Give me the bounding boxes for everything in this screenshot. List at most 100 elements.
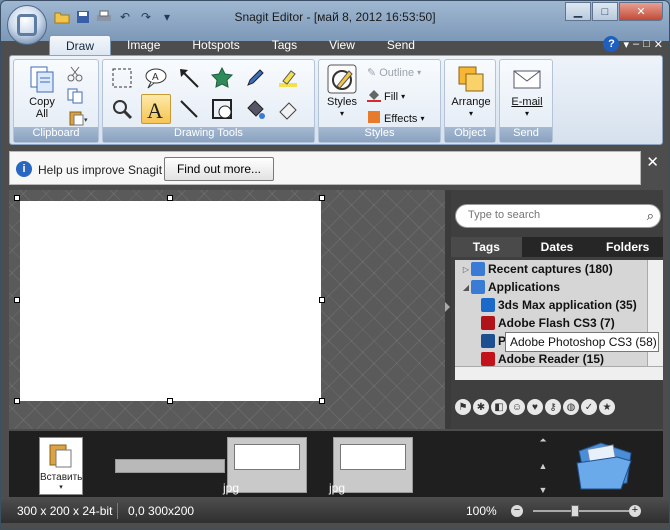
snagit-app-button[interactable] [7,5,47,45]
selection-tool-icon[interactable] [109,65,135,91]
search-icon[interactable]: ⌕ [647,208,654,224]
tag-heart-icon[interactable]: ♥ [527,399,543,415]
tree-item[interactable]: ▷ Recent captures (180) [461,260,613,278]
tree-item-label: Recent captures (180) [488,262,613,276]
fill-dropdown-icon: ▾ [401,92,406,101]
zoom-track[interactable] [533,510,629,512]
paste-icon[interactable]: ▾ [64,108,94,128]
shape-tool-icon[interactable] [209,96,235,122]
tab-send[interactable]: Send [371,35,431,57]
find-out-more-button[interactable]: Find out more... [164,157,274,181]
callout-tool-icon[interactable]: A [143,65,169,91]
close-button[interactable]: ✕ [619,2,663,21]
arrange-button[interactable]: Arrange ▾ [448,64,494,120]
zoom-slider[interactable]: − + [511,505,641,517]
tab-library-folders[interactable]: Folders [592,237,664,257]
minimize-button[interactable]: ▁ [565,2,591,21]
styles-icon [327,64,357,94]
tag-flag-icon[interactable]: ⚑ [455,399,471,415]
search-box[interactable]: ⌕ [455,204,661,228]
tab-library-dates[interactable]: Dates [521,237,593,257]
copy-all-button[interactable]: Copy All [22,64,62,120]
resize-handle-n[interactable] [167,195,173,201]
tree-item[interactable]: ◢ Applications [461,278,560,296]
tree-horizontal-scrollbar[interactable] [455,366,663,380]
zoom-level: 100% [466,504,497,518]
cut-icon[interactable] [64,64,86,84]
collapse-panel-icon[interactable] [445,302,450,312]
tooltip: Adobe Photoshop CS3 (58) [505,332,659,352]
tag-favorite-icon[interactable]: ★ [599,399,615,415]
styles-button[interactable]: Styles ▾ [325,64,359,120]
tray-scroll-down-icon[interactable]: ▼ [539,485,548,495]
capture-thumbnail-2-label: jpg [329,481,346,495]
pen-tool-icon[interactable] [242,65,268,91]
drawing-tools-group-label: Drawing Tools [103,127,314,142]
email-button[interactable]: E-mail ▾ [504,64,550,120]
zoom-tool-icon[interactable] [109,96,135,122]
tag-check-icon[interactable]: ✓ [581,399,597,415]
cursor-coordinates: 0,0 300x200 [128,504,195,518]
tree-expander-icon[interactable]: ◢ [461,283,471,292]
ribbon-close-button[interactable]: ✕ [654,38,663,51]
clipboard-group-label: Clipboard [14,127,98,142]
tag-key-icon[interactable]: ⚷ [545,399,561,415]
info-bar-close-icon[interactable]: ✕ [646,153,659,171]
zoom-slider-thumb[interactable] [571,505,579,517]
ribbon-restore-button[interactable]: □ [643,38,650,50]
tree-item-label: Adobe Flash CS3 (7) [498,316,615,330]
eraser-tool-icon[interactable] [275,96,301,122]
fill-button[interactable]: Fill ▾ [367,88,405,105]
tag-color-icon[interactable]: ◍ [563,399,579,415]
tab-tags[interactable]: Tags [256,35,313,57]
maximize-button[interactable]: □ [592,2,618,21]
tree-item-label: Applications [488,280,561,294]
tree-expander-icon[interactable]: ▷ [461,265,471,274]
zoom-out-button[interactable]: − [511,505,523,517]
ribbon-minimize-button[interactable]: – [633,38,639,50]
resize-handle-nw[interactable] [14,195,20,201]
image-area[interactable] [20,201,321,401]
copy-icon[interactable] [64,86,86,106]
resize-handle-sw[interactable] [14,398,20,404]
window-controls: ▁ □ ✕ [565,2,663,21]
line-tool-icon[interactable] [176,96,202,122]
resize-handle-w[interactable] [14,297,20,303]
tree-item-icon [481,352,495,366]
info-icon: i [16,161,32,177]
tab-draw[interactable]: Draw [49,35,112,57]
tag-bookmark-icon[interactable]: ◧ [491,399,507,415]
resize-handle-e[interactable] [319,297,325,303]
tray-scroll-up-icon[interactable]: ▲ [539,461,548,471]
fill-label: Fill [384,90,399,103]
zoom-in-button[interactable]: + [629,505,641,517]
fill-tool-icon[interactable] [242,96,268,122]
tree-item[interactable]: 3ds Max application (35) [481,296,637,314]
stamp-tool-icon[interactable] [209,65,235,91]
arrow-tool-icon[interactable] [176,65,202,91]
tab-library-tags[interactable]: Tags [451,237,522,257]
tab-hotspots[interactable]: Hotspots [176,35,255,57]
ribbon-right-controls: ? ▾ – □ ✕ [603,36,663,52]
tab-view[interactable]: View [313,35,371,57]
capture-thumbnail-strip[interactable] [115,459,225,473]
help-icon[interactable]: ? [603,36,620,52]
search-input[interactable] [468,209,638,221]
tag-star-icon[interactable]: ✱ [473,399,489,415]
editor-canvas[interactable] [9,190,445,429]
effects-button[interactable]: Effects ▾ [367,110,424,127]
open-library-folder-icon[interactable] [575,437,635,491]
tree-vertical-scrollbar[interactable] [647,260,663,380]
tree-item[interactable]: Adobe Flash CS3 (7) [481,314,615,332]
resize-handle-se[interactable] [319,398,325,404]
tab-image[interactable]: Image [111,35,176,57]
paste-tray-button[interactable]: Вставить ▾ [39,437,83,495]
highlight-tool-icon[interactable] [275,65,301,91]
text-tool-icon[interactable]: A [141,94,171,124]
tag-smile-icon[interactable]: ☺ [509,399,525,415]
help-dropdown-icon[interactable]: ▾ [623,38,629,51]
resize-handle-ne[interactable] [319,195,325,201]
tray-scroll-top-icon[interactable]: ⏶ [539,435,546,446]
resize-handle-s[interactable] [167,398,173,404]
outline-button[interactable]: ✎ Outline ▾ [367,66,421,80]
